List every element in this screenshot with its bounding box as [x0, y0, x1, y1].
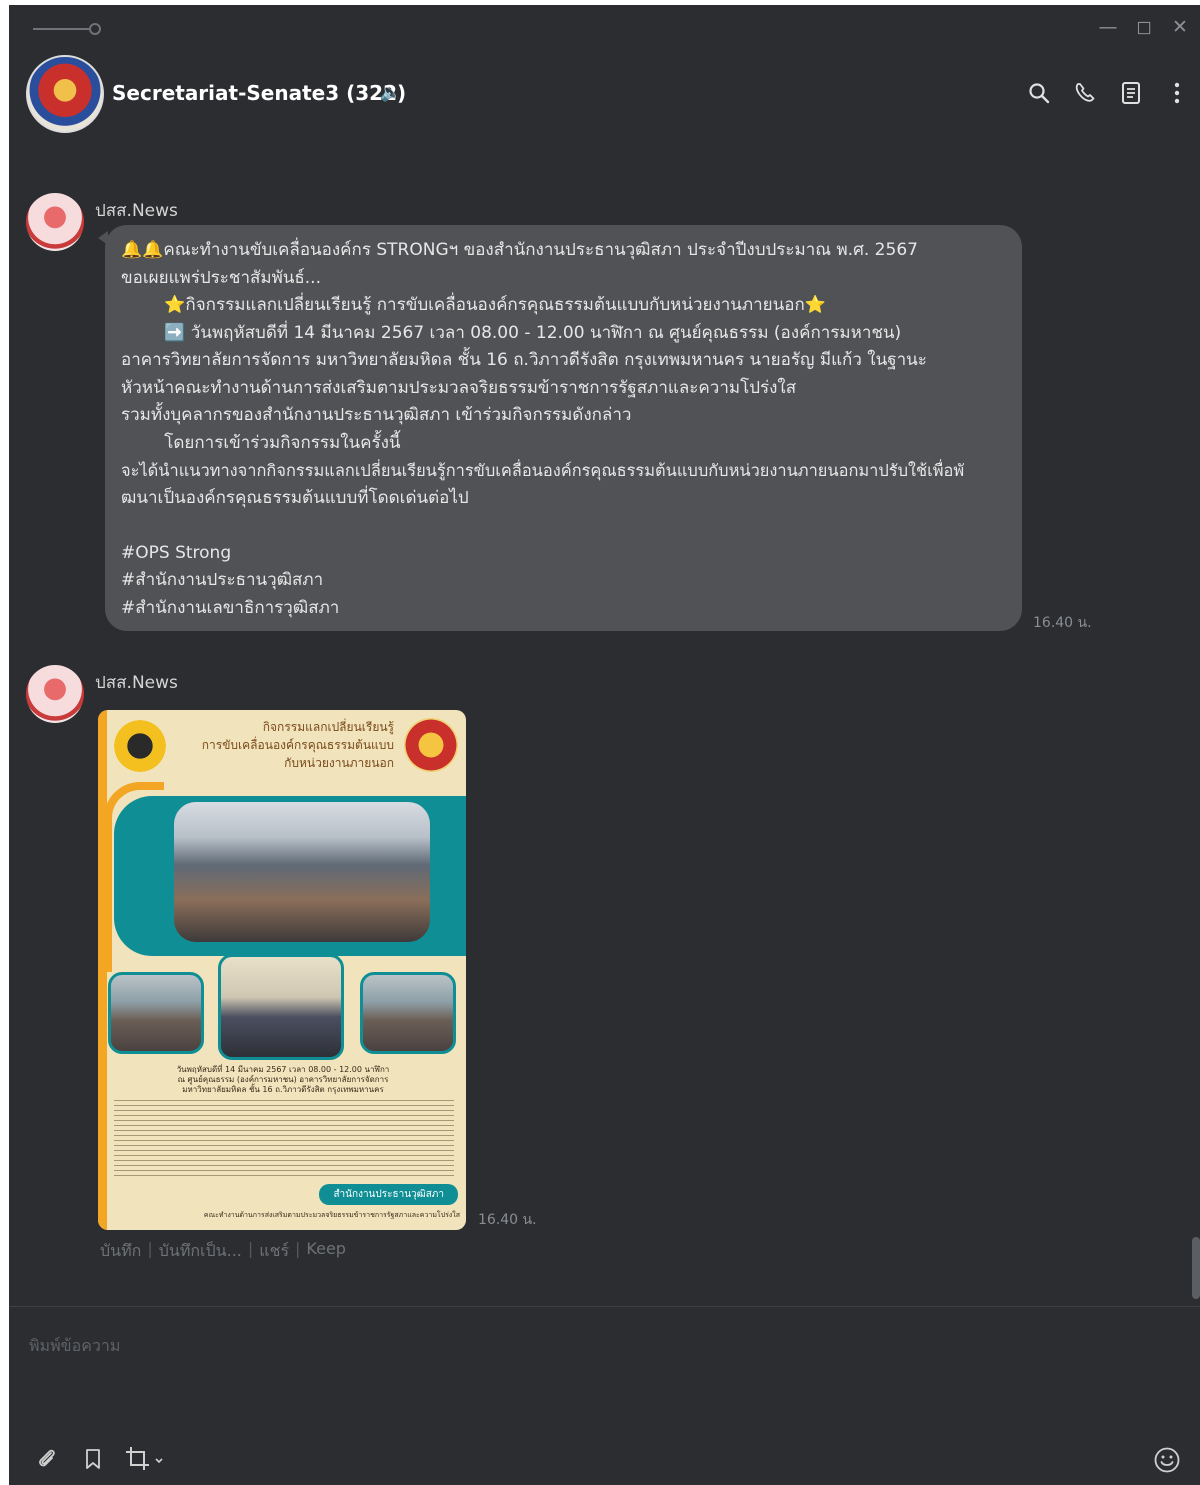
scrollbar-thumb[interactable] [1192, 1237, 1200, 1299]
notes-icon[interactable] [1116, 78, 1146, 108]
message-bubble[interactable]: 🔔🔔คณะทำงานขับเคลื่อนองค์กร STRONGฯ ของสำ… [98, 225, 1022, 631]
poster-footer: คณะทำงานด้านการส่งเสริมตามประมวลจริยธรรม… [203, 1211, 460, 1219]
meeting-photo [360, 972, 456, 1054]
share-button[interactable]: แชร์ [259, 1239, 289, 1264]
save-button[interactable]: บันทึก [100, 1239, 141, 1264]
close-icon[interactable]: ✕ [1168, 15, 1192, 39]
hashtag-link[interactable]: #OPS Strong [121, 540, 1006, 568]
group-photo [174, 802, 430, 942]
speaker-icon[interactable]: 🔈 [380, 83, 401, 103]
message-input[interactable] [29, 1330, 1169, 1360]
message-line: ฒนาเป็นองค์กรคุณธรรมต้นแบบที่โดดเด่นต่อไ… [121, 487, 469, 508]
save-as-button[interactable]: บันทึกเป็น... [159, 1239, 242, 1264]
separator: | [295, 1239, 301, 1258]
message-line: จะได้นำแนวทางจากกิจกรรมแลกเปลี่ยนเรียนรู… [121, 461, 965, 480]
poster-org-label: สำนักงานประธานวุฒิสภา [319, 1184, 458, 1205]
emoji-icon[interactable] [1152, 1445, 1182, 1475]
keep-button[interactable]: Keep [306, 1239, 346, 1264]
poster-title: กิจกรรมแลกเปลี่ยนเรียนรู้ การขับเคลื่อนอ… [201, 720, 394, 770]
meeting-photo [108, 972, 204, 1054]
poster-caption: วันพฤหัสบดีที่ 14 มีนาคม 2567 เวลา 08.00… [176, 1065, 390, 1094]
chat-title[interactable]: Secretariat-Senate3 (322) [112, 81, 406, 105]
minimize-icon[interactable]: — [1096, 15, 1120, 39]
composer-divider [9, 1306, 1200, 1307]
message-time: 16.40 น. [1033, 615, 1092, 631]
message-line: ⭐กิจกรรมแลกเปลี่ยนเรียนรู้ การขับเคลื่อน… [121, 295, 826, 315]
hashtag-link[interactable]: #สำนักงานเลขาธิการวุฒิสภา [121, 595, 1006, 623]
message-line: รวมทั้งบุคลากรของสำนักงานประธานวุฒิสภา เ… [121, 405, 632, 425]
crop-icon[interactable] [125, 1445, 165, 1473]
sender-avatar[interactable] [26, 193, 84, 251]
message-time: 16.40 น. [478, 1212, 537, 1228]
message-line [121, 512, 1006, 540]
composer-tools [33, 1445, 165, 1473]
message-line: โดยการเข้าร่วมกิจกรรมในครั้งนี้ [121, 432, 401, 453]
pin-icon[interactable] [33, 23, 105, 35]
ops-strong-logo [114, 720, 166, 772]
bookmark-icon[interactable] [79, 1445, 107, 1473]
maximize-icon[interactable]: ◻ [1132, 15, 1156, 39]
portrait-photo [218, 954, 344, 1060]
search-icon[interactable] [1024, 78, 1054, 108]
poster-body-text [114, 1100, 454, 1180]
header-actions [1024, 78, 1192, 108]
more-icon[interactable] [1162, 78, 1192, 108]
message-line: ขอเผยแพร่ประชาสัมพันธ์... [121, 267, 321, 288]
window-controls: — ◻ ✕ [1096, 15, 1192, 39]
group-avatar[interactable] [26, 55, 104, 133]
hashtag-link[interactable]: #สำนักงานประธานวุฒิสภา [121, 567, 1006, 595]
sender-name: ปสส.News [95, 673, 178, 693]
message-line: 🔔🔔คณะทำงานขับเคลื่อนองค์กร STRONGฯ ของสำ… [121, 240, 918, 260]
image-attachment[interactable]: กิจกรรมแลกเปลี่ยนเรียนรู้ การขับเคลื่อนอ… [98, 710, 466, 1230]
sender-avatar[interactable] [26, 665, 84, 723]
message-line: อาคารวิทยาลัยการจัดการ มหาวิทยาลัยมหิดล … [121, 350, 927, 370]
phone-icon[interactable] [1070, 78, 1100, 108]
separator: | [147, 1239, 153, 1258]
sender-name: ปสส.News [95, 201, 178, 221]
image-actions: บันทึก | บันทึกเป็น... | แชร์ | Keep [100, 1239, 346, 1264]
message-line: ➡️ วันพฤหัสบดีที่ 14 มีนาคม 2567 เวลา 08… [121, 322, 902, 343]
attach-icon[interactable] [33, 1445, 61, 1473]
chat-window: — ◻ ✕ Secretariat-Senate3 (322) 🔈 ปสส.Ne… [9, 5, 1200, 1485]
senate-logo [404, 718, 458, 772]
separator: | [247, 1239, 254, 1258]
message-line: หัวหน้าคณะทำงานด้านการส่งเสริมตามประมวลจ… [121, 377, 797, 398]
